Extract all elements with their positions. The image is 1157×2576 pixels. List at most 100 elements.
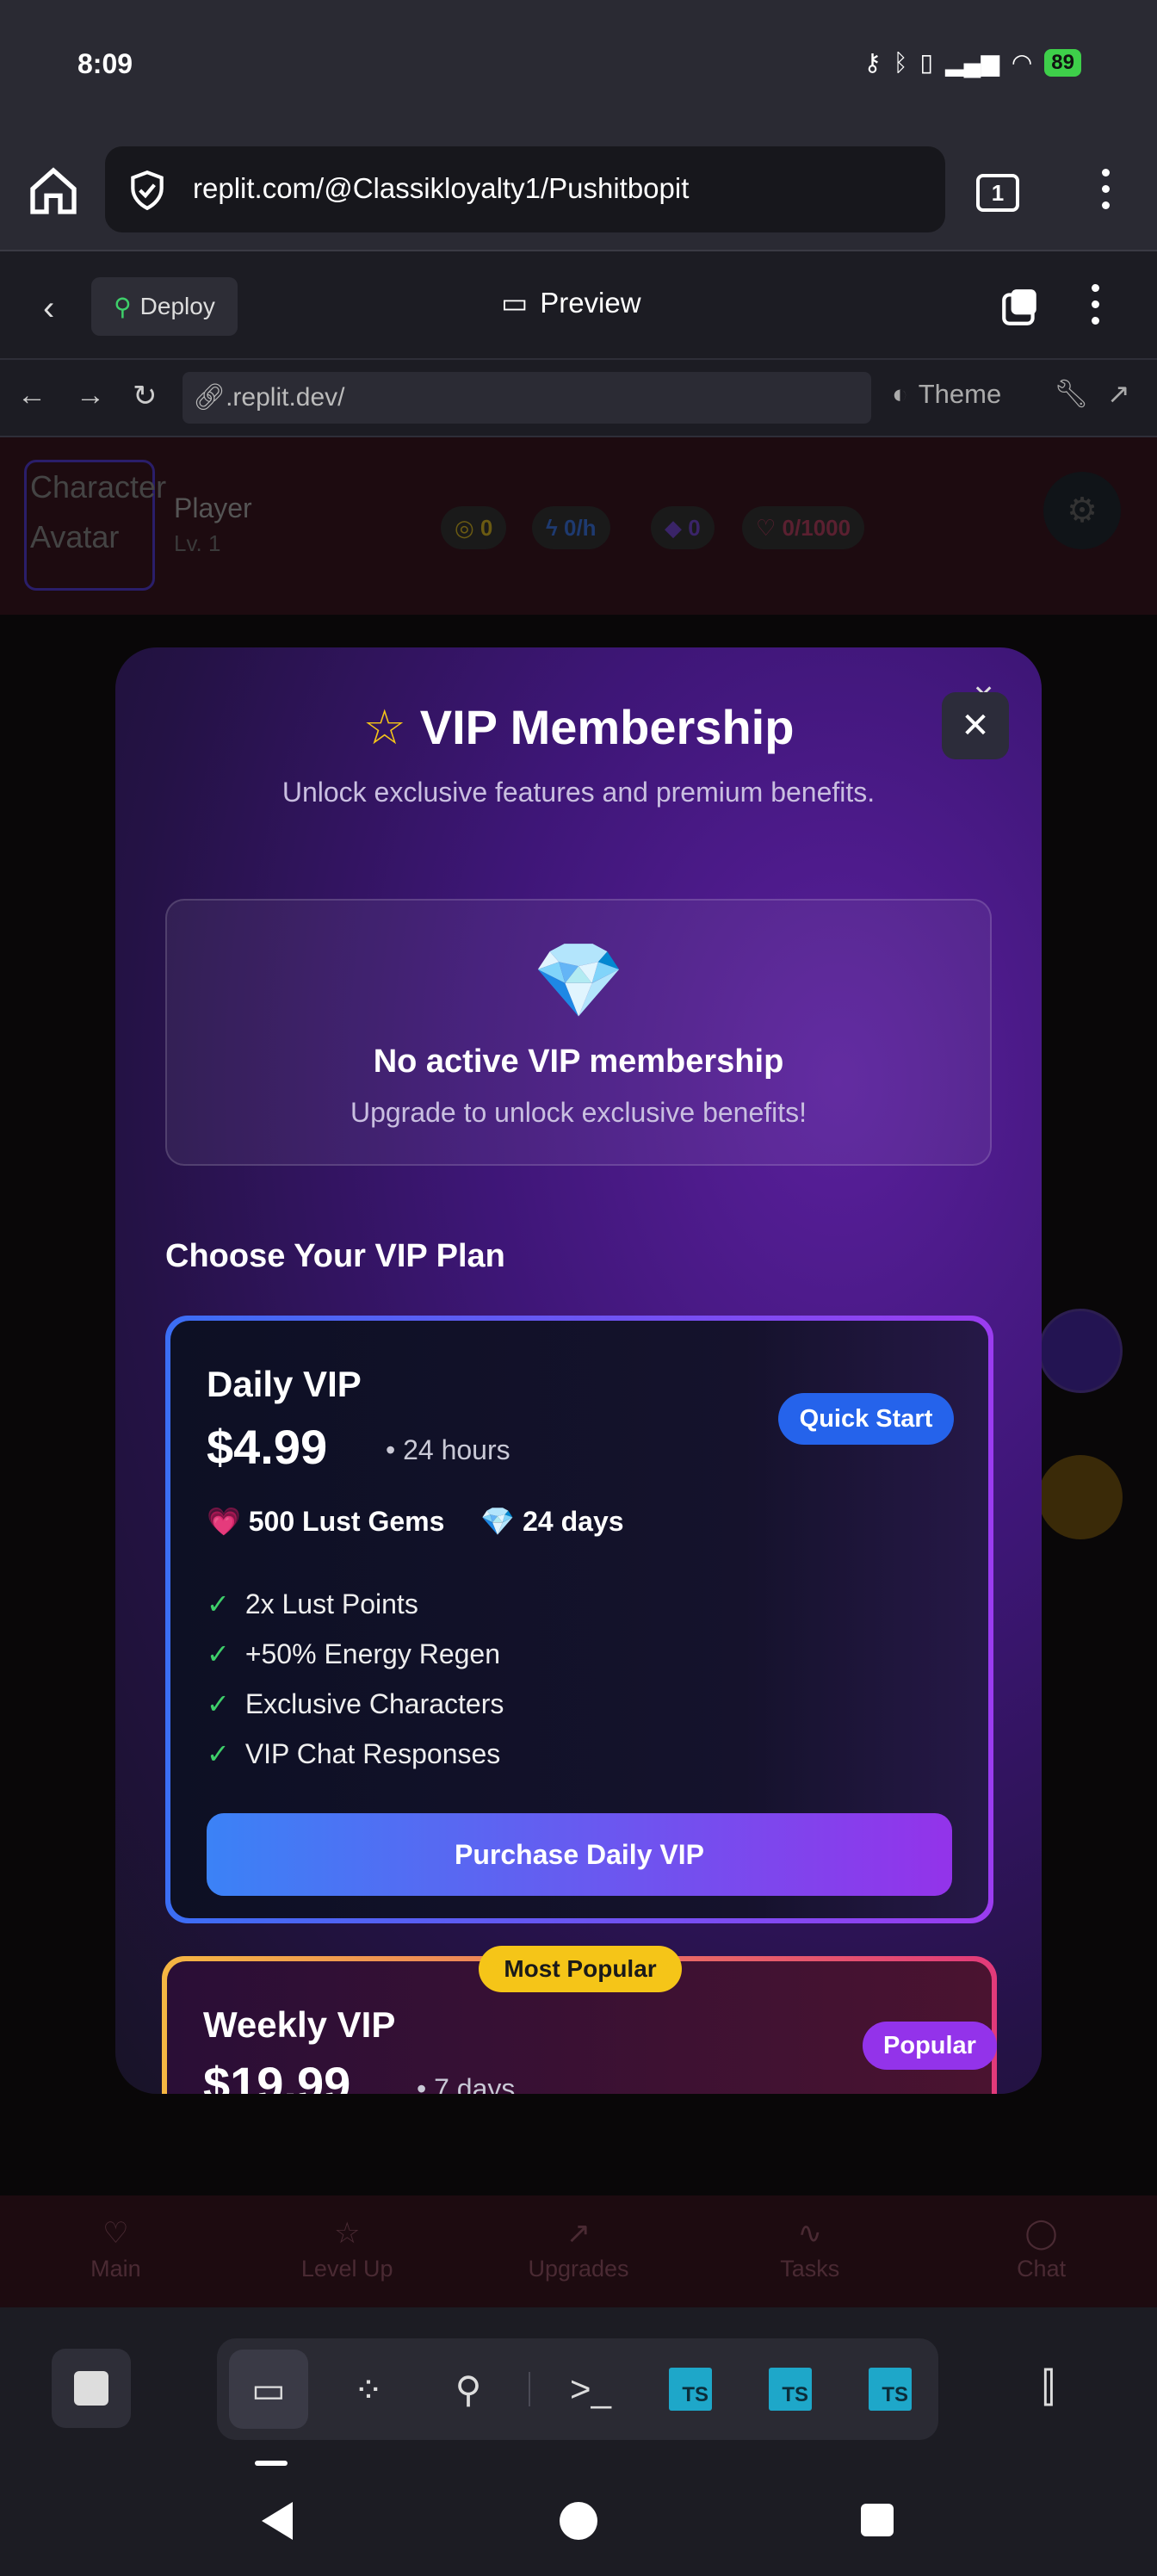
- status-time: 8:09: [77, 48, 133, 79]
- player-level: Lv. 1: [174, 530, 221, 556]
- plan-name: Weekly VIP: [203, 2004, 396, 2045]
- tool-tabs: ▭ ⁘ ⚲ >_ TS TS TS: [217, 2338, 938, 2440]
- plan-duration: • 7 days: [417, 2073, 516, 2094]
- theme-label: Theme: [918, 379, 1002, 409]
- vip-status-card: 💎 No active VIP membership Upgrade to un…: [165, 899, 992, 1166]
- crown-side-button[interactable]: [1038, 1455, 1123, 1539]
- nav-tasks[interactable]: ∿ Tasks: [694, 2195, 925, 2307]
- tab-switcher-button[interactable]: 1: [976, 174, 1019, 212]
- nav-level-up[interactable]: ☆ Level Up: [232, 2195, 463, 2307]
- heart-icon: ♡: [756, 515, 783, 541]
- status-icons: ⚷ ᛒ ▯ ▂▄▆ ◠ 89: [863, 48, 1081, 77]
- console-tool-icon[interactable]: >_: [551, 2350, 630, 2429]
- webview-address-row: ← → ↻ 🔗︎.replit.dev/ ◐ Theme 🔧︎ ↗: [0, 360, 1157, 437]
- home-circle-icon[interactable]: [560, 2502, 597, 2540]
- home-icon[interactable]: [26, 164, 81, 219]
- battery-icon: 89: [1044, 48, 1081, 77]
- stat-hearts: ♡ 0/1000: [742, 506, 865, 549]
- stat-coins: ◎ 0: [441, 506, 507, 549]
- link-icon: 🔗︎: [193, 383, 226, 412]
- close-button[interactable]: ✕: [942, 692, 1009, 759]
- check-icon: ✓: [207, 1638, 230, 1669]
- chat-icon: ◯: [1024, 2217, 1058, 2250]
- stop-button[interactable]: [52, 2349, 131, 2428]
- modal-subtitle: Unlock exclusive features and premium be…: [282, 777, 875, 808]
- check-icon: ✓: [207, 1688, 230, 1719]
- grid-dots-tool-icon[interactable]: ⁘: [329, 2350, 408, 2429]
- active-tab-indicator: [255, 2461, 288, 2466]
- plan-name: Daily VIP: [207, 1364, 362, 1404]
- browser-menu-icon[interactable]: [1092, 169, 1119, 217]
- nav-main[interactable]: ♡ Main: [0, 2195, 232, 2307]
- external-link-icon[interactable]: ↗: [1107, 377, 1130, 410]
- ts-file-icon[interactable]: TS: [751, 2350, 830, 2429]
- preview-tool-icon[interactable]: ▭: [229, 2350, 308, 2429]
- refresh-side-button[interactable]: [1038, 1309, 1123, 1393]
- webview-address-input[interactable]: 🔗︎.replit.dev/: [183, 372, 871, 424]
- shield-icon: [131, 170, 164, 211]
- ts-file-icon[interactable]: TS: [651, 2350, 730, 2429]
- ts-file-icon[interactable]: TS: [851, 2350, 930, 2429]
- address-text: .replit.dev/: [226, 383, 345, 412]
- star-icon: ☆: [333, 2217, 361, 2250]
- settings-gear-icon[interactable]: ⚙: [1043, 472, 1121, 549]
- gem-icon: ◆: [665, 515, 689, 541]
- coin-icon: ◎: [455, 515, 480, 541]
- stop-icon: [74, 2371, 108, 2406]
- plan-duration: • 24 hours: [386, 1434, 510, 1465]
- more-options-icon[interactable]: [1086, 284, 1104, 332]
- deploy-tool-icon[interactable]: ⚲: [429, 2350, 508, 2429]
- pane-toggle-icon[interactable]: [999, 286, 1042, 329]
- character-avatar[interactable]: Character Avatar: [24, 460, 166, 591]
- vip-modal: ☆ VIP Membership Unlock exclusive feature…: [115, 647, 1042, 2094]
- panel-toggle-icon[interactable]: ⫿: [1042, 2364, 1055, 2412]
- reload-icon[interactable]: ↻: [133, 379, 158, 413]
- monitor-icon: ▭: [501, 287, 529, 319]
- arrow-left-icon[interactable]: ←: [17, 379, 46, 412]
- heart-gem-icon: 💗: [207, 1506, 241, 1537]
- wrench-icon[interactable]: 🔧︎: [1054, 377, 1089, 410]
- feature-list: ✓ 2x Lust Points ✓ +50% Energy Regen ✓ Excl…: [207, 1579, 504, 1779]
- nav-upgrades[interactable]: ↗ Upgrades: [463, 2195, 695, 2307]
- recents-square-icon[interactable]: [861, 2504, 894, 2536]
- back-triangle-icon[interactable]: [262, 2502, 293, 2540]
- activity-icon: ∿: [797, 2217, 823, 2250]
- star-icon: ☆: [362, 700, 406, 754]
- plan-price: $19.99: [203, 2057, 351, 2094]
- deploy-button[interactable]: ⚲ Deploy: [91, 277, 238, 336]
- android-nav-bar: [0, 2471, 1157, 2576]
- palette-icon: ◐: [892, 379, 908, 409]
- list-item: ✓ 2x Lust Points: [207, 1588, 418, 1620]
- gems-perk: 💗 500 Lust Gems: [207, 1506, 445, 1537]
- check-icon: ✓: [207, 1738, 230, 1769]
- stat-gems: ◆ 0: [651, 506, 715, 549]
- arrow-right-icon[interactable]: →: [76, 379, 105, 412]
- heart-icon: ♡: [102, 2217, 129, 2250]
- preview-label: Preview: [540, 286, 641, 319]
- list-item: ✓ VIP Chat Responses: [207, 1737, 501, 1770]
- diamond-icon: 💎: [532, 939, 625, 1022]
- divider: [529, 2372, 530, 2406]
- wifi-icon: ◠: [1011, 49, 1033, 76]
- diamond-icon: 💎: [480, 1506, 516, 1537]
- browser-toolbar: replit.com/@Classikloyalty1/Pushitbopit …: [0, 129, 1157, 251]
- list-item: ✓ Exclusive Characters: [207, 1687, 504, 1720]
- nav-chat[interactable]: ◯ Chat: [925, 2195, 1157, 2307]
- purchase-daily-vip-button[interactable]: Purchase Daily VIP: [207, 1813, 952, 1896]
- app-bottom-nav: ♡ Main ☆ Level Up ↗ Upgrades ∿ Tasks ◯ Chat: [0, 2195, 1157, 2307]
- status-bar: 8:09 ⚷ ᛒ ▯ ▂▄▆ ◠ 89: [0, 0, 1157, 129]
- status-text: Upgrade to unlock exclusive benefits!: [350, 1097, 807, 1128]
- lightning-icon: ϟ: [546, 515, 564, 541]
- theme-button[interactable]: ◐ Theme: [892, 379, 1001, 410]
- plan-card-daily: Daily VIP $4.99 • 24 hours Quick Start 💗…: [165, 1316, 993, 1923]
- key-icon: ⚷: [863, 49, 882, 76]
- player-name: Player: [174, 492, 252, 523]
- url-bar[interactable]: replit.com/@Classikloyalty1/Pushitbopit: [105, 146, 945, 232]
- back-chevron-icon[interactable]: ‹: [43, 289, 54, 328]
- deploy-icon: ⚲: [114, 293, 132, 320]
- preview-tab[interactable]: ▭ Preview: [501, 286, 641, 319]
- plan-price: $4.99: [207, 1420, 328, 1474]
- deploy-label: Deploy: [139, 293, 215, 319]
- trending-up-icon: ↗: [566, 2217, 591, 2250]
- days-perk: 💎 24 days: [480, 1506, 624, 1537]
